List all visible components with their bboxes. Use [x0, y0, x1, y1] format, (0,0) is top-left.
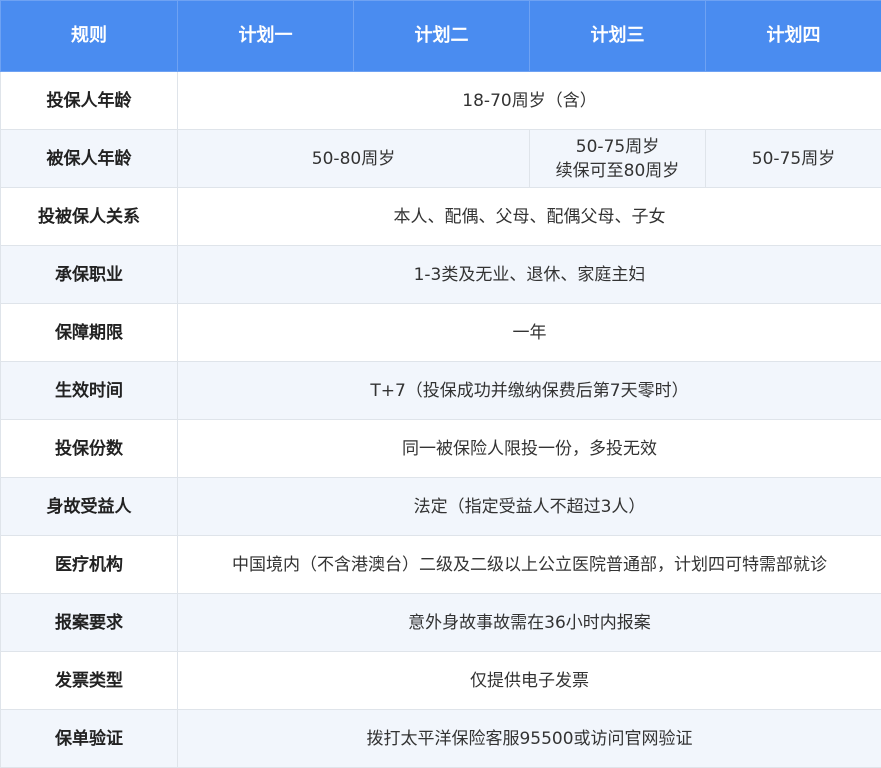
- header-plan-2: 计划二: [354, 1, 530, 72]
- row-medical-institution: 医疗机构 中国境内（不含港澳台）二级及二级以上公立医院普通部，计划四可特需部就诊: [1, 536, 881, 594]
- rule-name: 发票类型: [1, 652, 178, 710]
- row-policy-count: 投保份数 同一被保险人限投一份，多投无效: [1, 420, 881, 478]
- row-insured-age: 被保人年龄 50-80周岁 50-75周岁 续保可至80周岁 50-75周岁: [1, 130, 881, 188]
- row-beneficiary: 身故受益人 法定（指定受益人不超过3人）: [1, 478, 881, 536]
- rule-value: 1-3类及无业、退休、家庭主妇: [178, 246, 881, 304]
- row-claim-report: 报案要求 意外身故事故需在36小时内报案: [1, 594, 881, 652]
- row-effective-time: 生效时间 T+7（投保成功并缴纳保费后第7天零时）: [1, 362, 881, 420]
- rule-name: 生效时间: [1, 362, 178, 420]
- rule-name: 报案要求: [1, 594, 178, 652]
- rule-name: 投被保人关系: [1, 188, 178, 246]
- header-plan-3: 计划三: [530, 1, 706, 72]
- plan3-line2: 续保可至80周岁: [536, 159, 699, 183]
- plan4-value: 50-75周岁: [706, 130, 881, 188]
- rules-table: 规则 计划一 计划二 计划三 计划四 投保人年龄 18-70周岁（含） 被保人年…: [0, 0, 881, 768]
- rule-name: 投保份数: [1, 420, 178, 478]
- row-policy-verification: 保单验证 拨打太平洋保险客服95500或访问官网验证: [1, 710, 881, 768]
- rule-value: 仅提供电子发票: [178, 652, 881, 710]
- header-rule: 规则: [1, 1, 178, 72]
- rule-value: 中国境内（不含港澳台）二级及二级以上公立医院普通部，计划四可特需部就诊: [178, 536, 881, 594]
- plan12-value: 50-80周岁: [178, 130, 530, 188]
- rule-value: 本人、配偶、父母、配偶父母、子女: [178, 188, 881, 246]
- row-occupation: 承保职业 1-3类及无业、退休、家庭主妇: [1, 246, 881, 304]
- rule-name: 投保人年龄: [1, 72, 178, 130]
- rule-value: T+7（投保成功并缴纳保费后第7天零时）: [178, 362, 881, 420]
- rule-name: 身故受益人: [1, 478, 178, 536]
- header-row: 规则 计划一 计划二 计划三 计划四: [1, 1, 881, 72]
- rule-value: 拨打太平洋保险客服95500或访问官网验证: [178, 710, 881, 768]
- row-invoice-type: 发票类型 仅提供电子发票: [1, 652, 881, 710]
- rule-name: 被保人年龄: [1, 130, 178, 188]
- rule-name: 医疗机构: [1, 536, 178, 594]
- rule-value: 18-70周岁（含）: [178, 72, 881, 130]
- row-relationship: 投被保人关系 本人、配偶、父母、配偶父母、子女: [1, 188, 881, 246]
- rule-name: 保障期限: [1, 304, 178, 362]
- rule-name: 保单验证: [1, 710, 178, 768]
- header-plan-4: 计划四: [706, 1, 881, 72]
- row-policyholder-age: 投保人年龄 18-70周岁（含）: [1, 72, 881, 130]
- row-coverage-period: 保障期限 一年: [1, 304, 881, 362]
- plan3-line1: 50-75周岁: [536, 135, 699, 159]
- rule-name: 承保职业: [1, 246, 178, 304]
- rule-value: 意外身故事故需在36小时内报案: [178, 594, 881, 652]
- rule-value: 法定（指定受益人不超过3人）: [178, 478, 881, 536]
- rule-value: 同一被保险人限投一份，多投无效: [178, 420, 881, 478]
- header-plan-1: 计划一: [178, 1, 354, 72]
- plan3-value: 50-75周岁 续保可至80周岁: [530, 130, 706, 188]
- rule-value: 一年: [178, 304, 881, 362]
